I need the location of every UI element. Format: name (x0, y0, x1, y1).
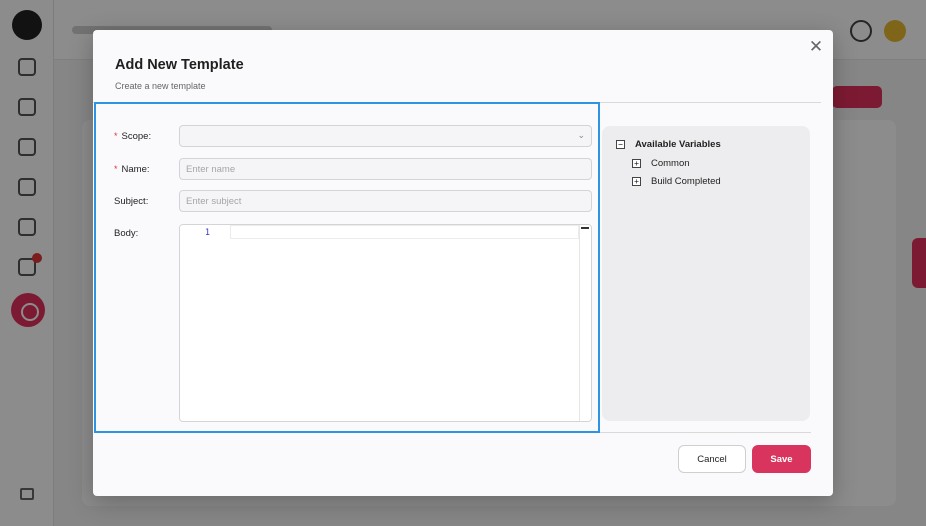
cancel-button[interactable]: Cancel (678, 445, 746, 473)
variables-title: Available Variables (635, 139, 721, 150)
close-icon[interactable]: ✕ (807, 37, 825, 57)
expand-icon[interactable]: + (632, 177, 641, 186)
expand-icon[interactable]: + (632, 159, 641, 168)
line-number: 1 (204, 228, 210, 238)
required-marker: * (114, 131, 118, 141)
template-form: * Scope : ⌄ * Name : Subject : (94, 102, 600, 433)
footer-divider (600, 432, 811, 433)
editor-scrollbar[interactable] (579, 225, 591, 421)
subject-input[interactable] (179, 190, 592, 212)
dialog-title: Add New Template (115, 57, 244, 73)
name-label: * Name : (114, 163, 150, 175)
variables-item-label: Build Completed (651, 176, 721, 187)
editor-gutter: 1 (180, 225, 230, 421)
dialog-subtitle: Create a new template (115, 81, 206, 91)
add-template-dialog: ✕ Add New Template Create a new template… (93, 30, 833, 496)
required-marker: * (114, 164, 118, 174)
variables-item-label: Common (651, 158, 690, 169)
variables-tree-item[interactable]: + Common (632, 158, 690, 169)
collapse-icon[interactable]: − (616, 140, 625, 149)
body-label: Body : (114, 227, 139, 239)
save-button[interactable]: Save (752, 445, 811, 473)
name-input[interactable] (179, 158, 592, 180)
body-code-editor[interactable]: 1 (179, 224, 592, 422)
variables-tree-root[interactable]: − Available Variables (616, 139, 721, 150)
chevron-down-icon: ⌄ (577, 131, 585, 141)
available-variables-panel: − Available Variables + Common + Build C… (602, 126, 810, 421)
scope-select[interactable]: ⌄ (179, 125, 592, 147)
editor-active-line[interactable] (230, 225, 579, 239)
variables-tree-item[interactable]: + Build Completed (632, 176, 721, 187)
scrollbar-thumb[interactable] (581, 227, 589, 229)
subject-label: Subject : (114, 195, 149, 207)
scope-label: * Scope : (114, 130, 152, 142)
